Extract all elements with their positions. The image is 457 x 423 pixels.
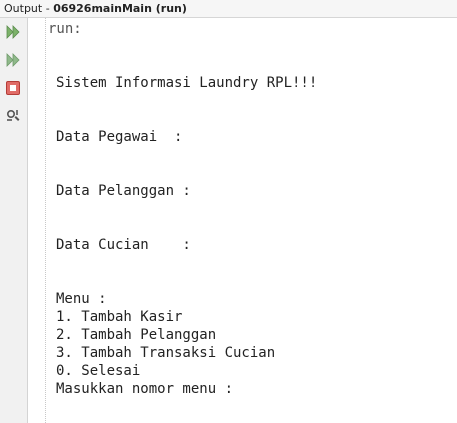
app-title-line: Sistem Informasi Laundry RPL!!!	[56, 75, 318, 91]
pegawai-line: Data Pegawai :	[56, 129, 183, 145]
settings-icon[interactable]	[4, 107, 22, 125]
menu-item: 1. Tambah Kasir	[56, 309, 183, 325]
run-label: run:	[48, 21, 82, 37]
rerun-icon[interactable]	[4, 23, 22, 41]
input-prompt: Masukkan nomor menu :	[56, 381, 234, 397]
menu-item: 0. Selesai	[56, 363, 141, 379]
menu-item: 3. Tambah Transaksi Cucian	[56, 345, 276, 361]
pelanggan-line: Data Pelanggan :	[56, 183, 191, 199]
output-label: Output -	[4, 2, 54, 15]
menu-header: Menu :	[56, 291, 107, 307]
menu-item: 2. Tambah Pelanggan	[56, 327, 217, 343]
stop-icon[interactable]	[4, 79, 22, 97]
rerun-with-options-icon[interactable]	[4, 51, 22, 69]
output-window-titlebar: Output - 06926mainMain (run)	[0, 0, 457, 18]
output-toolbar	[0, 18, 28, 423]
console-output[interactable]: run: Sistem Informasi Laundry RPL!!! Dat…	[48, 20, 317, 397]
output-tab-title[interactable]: 06926mainMain (run)	[53, 2, 187, 15]
cucian-line: Data Cucian :	[56, 237, 191, 253]
console-margin-guide	[45, 18, 46, 423]
